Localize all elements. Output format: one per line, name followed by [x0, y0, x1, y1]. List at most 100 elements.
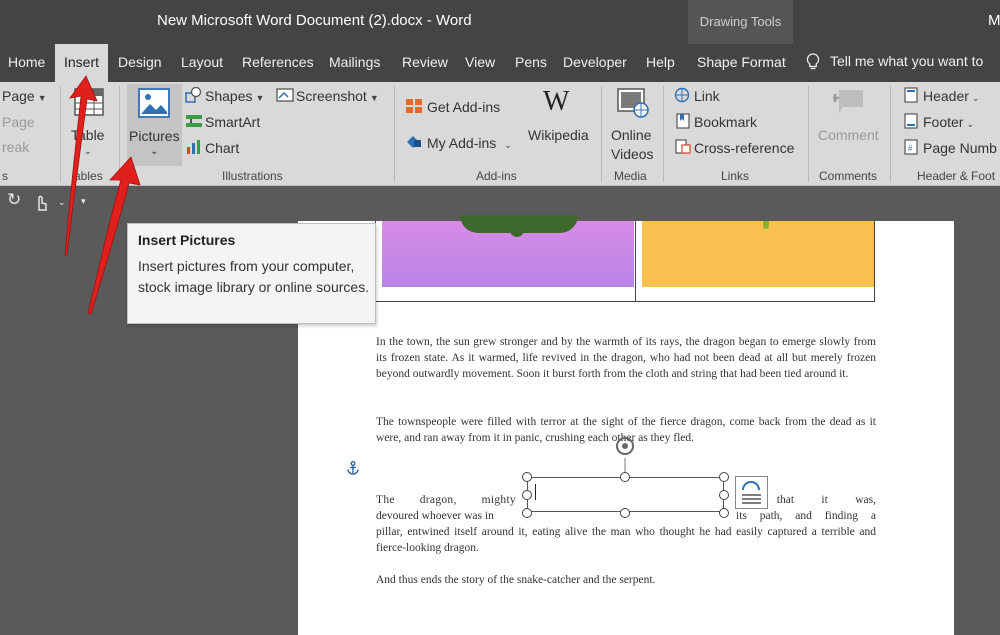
paragraph-4: And thus ends the story of the snake-cat… — [376, 574, 656, 586]
online-videos-label-2: Videos — [611, 146, 654, 162]
globe-link-icon — [674, 87, 690, 103]
header-footer-group-label: Header & Foot — [917, 169, 996, 183]
shapes-dropdown[interactable]: Shapes ▼ — [185, 86, 264, 104]
tab-design[interactable]: Design — [118, 44, 162, 82]
cross-reference-label: Cross-reference — [694, 140, 795, 156]
comment-icon — [833, 90, 863, 113]
get-addins-label: Get Add-ins — [427, 99, 501, 115]
cross-reference-button[interactable]: Cross-reference — [674, 139, 794, 156]
tell-me-label: Tell me what you want to — [830, 53, 984, 69]
store-icon — [406, 99, 422, 113]
selection-handles[interactable] — [516, 431, 736, 521]
link-label: Link — [694, 88, 720, 104]
shapes-icon — [185, 86, 202, 103]
my-addins-dropdown[interactable]: My Add-ins ⌄ — [405, 134, 512, 151]
drawing-tools-tab-group: Drawing Tools — [688, 0, 793, 44]
chart-icon — [187, 140, 200, 154]
user-account[interactable]: M — [988, 12, 1000, 29]
redo-icon[interactable]: ↻ — [7, 190, 21, 210]
tab-shape-format[interactable]: Shape Format — [697, 44, 786, 82]
separator — [601, 86, 602, 182]
customize-toolbar-icon[interactable]: ▾ — [81, 196, 86, 207]
screenshot-icon — [276, 88, 294, 102]
paragraph-3-left-2: devoured whoever was in — [376, 510, 494, 522]
table-divider — [635, 221, 636, 302]
smartart-icon — [186, 115, 202, 127]
tables-group-label: ables — [74, 169, 103, 183]
page-dropdown[interactable]: Page ▼ — [2, 88, 47, 104]
link-button[interactable]: Link — [674, 87, 720, 104]
purple-image — [382, 215, 634, 287]
bookmark-label: Bookmark — [694, 114, 758, 130]
plant-stem-image — [510, 225, 524, 237]
header-icon — [904, 87, 918, 103]
anchor-icon — [347, 461, 359, 475]
insert-pictures-tooltip: Insert Pictures Insert pictures from you… — [127, 223, 376, 324]
page-number-label: Page Numb — [923, 140, 997, 156]
tooltip-body: Insert pictures from your computer, stoc… — [138, 258, 370, 295]
bookmark-icon — [676, 113, 690, 129]
blank-page-button[interactable]: Page — [2, 114, 35, 130]
my-addins-icon — [407, 136, 421, 148]
smartart-button[interactable]: SmartArt — [185, 113, 260, 130]
comment-label: Comment — [818, 127, 879, 143]
tab-layout[interactable]: Layout — [181, 44, 223, 82]
cross-reference-icon — [675, 139, 691, 154]
chevron-down-icon[interactable]: ⌄ — [58, 197, 66, 208]
page-number-icon: # — [904, 139, 918, 155]
table-label: Table — [71, 127, 105, 143]
tab-view[interactable]: View — [465, 44, 495, 82]
chart-button[interactable]: Chart — [185, 139, 239, 156]
tab-help[interactable]: Help — [646, 44, 675, 82]
screenshot-label: Screenshot — [296, 88, 367, 104]
links-group-label: Links — [721, 169, 750, 183]
page-break-button[interactable]: reak — [2, 139, 29, 155]
word-window: New Microsoft Word Document (2).docx - W… — [0, 0, 1000, 635]
header-dropdown[interactable]: Header ⌄ — [903, 87, 979, 104]
chevron-down-icon: ⌄ — [150, 146, 159, 157]
online-videos-label-1: Online — [611, 127, 652, 143]
bookmark-button[interactable]: Bookmark — [674, 113, 757, 130]
shapes-label: Shapes — [205, 88, 253, 104]
document-table — [375, 215, 875, 302]
title-bar: New Microsoft Word Document (2).docx - W… — [0, 0, 1000, 44]
tell-me-search[interactable]: Tell me what you want to — [806, 44, 983, 82]
tab-home[interactable]: Home — [8, 44, 45, 82]
page-number-dropdown[interactable]: # Page Numb — [903, 139, 997, 156]
get-addins-button[interactable]: Get Add-ins — [405, 98, 500, 115]
paragraph-1: In the town, the sun grew stronger and b… — [376, 336, 876, 380]
tab-references[interactable]: References — [242, 44, 314, 82]
document-page[interactable]: In the town, the sun grew stronger and b… — [298, 215, 954, 635]
tab-mailings[interactable]: Mailings — [329, 44, 380, 82]
pages-group-label: s — [2, 169, 8, 183]
separator — [663, 86, 664, 182]
screenshot-dropdown[interactable]: Screenshot ▼ — [276, 87, 379, 104]
yellow-image — [642, 221, 874, 287]
footer-label: Footer — [923, 114, 964, 130]
tab-pens[interactable]: Pens — [515, 44, 547, 82]
footer-icon — [904, 113, 918, 129]
online-video-icon — [617, 88, 649, 118]
pictures-button[interactable]: Pictures ⌄ — [127, 84, 182, 166]
layout-options-icon[interactable] — [735, 476, 768, 509]
addins-group-label: Add-ins — [476, 169, 517, 183]
paragraph-3-left-1: The dragon, mighty — [376, 494, 516, 506]
green-dot-image — [763, 221, 769, 229]
window-title: New Microsoft Word Document (2).docx - W… — [157, 12, 472, 29]
tab-insert[interactable]: Insert — [55, 44, 109, 82]
separator — [394, 86, 395, 182]
paragraph-3-rest: pillar, entwined itself around it, eatin… — [376, 526, 876, 554]
chevron-down-icon: ⌄ — [84, 146, 92, 156]
pictures-icon — [138, 88, 170, 118]
tab-developer[interactable]: Developer — [563, 44, 627, 82]
touch-mode-icon[interactable] — [34, 194, 48, 212]
separator — [808, 86, 809, 182]
footer-dropdown[interactable]: Footer ⌄ — [903, 113, 974, 130]
pictures-label: Pictures — [129, 128, 180, 144]
separator — [890, 86, 891, 182]
paragraph-3-right-2: its path, and finding a — [736, 510, 876, 522]
svg-text:#: # — [908, 144, 913, 153]
tab-review[interactable]: Review — [402, 44, 448, 82]
comments-group-label: Comments — [819, 169, 878, 183]
wikipedia-icon: W — [543, 86, 570, 117]
